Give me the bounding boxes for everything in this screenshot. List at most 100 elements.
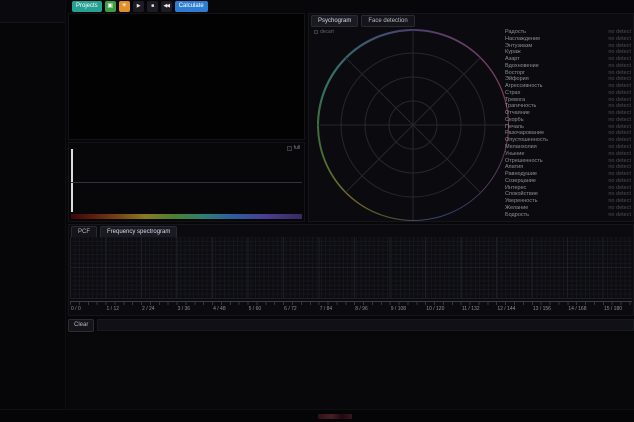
emotion-row: Отрешенность no detect (505, 158, 631, 165)
tab-psychogram[interactable]: Psychogram (311, 15, 358, 27)
emotion-label: Агрессивность (505, 83, 543, 90)
emotion-row: Трагичность no detect (505, 103, 631, 110)
document-icon[interactable]: ▣ (105, 1, 116, 12)
clear-button[interactable]: Clear (68, 319, 94, 332)
emotion-label: Вдохновение (505, 63, 539, 70)
emotion-row: Печаль no detect (505, 124, 631, 131)
emotion-row: Страх no detect (505, 90, 631, 97)
axis-tick-label: 9 / 108 (391, 306, 406, 312)
rewind-icon[interactable]: ◀◀ (161, 1, 172, 12)
emotion-row: Азарт no detect (505, 56, 631, 63)
emotion-label: Трагичность (505, 103, 536, 110)
emotion-value: no detect (608, 90, 631, 97)
video-preview (68, 13, 305, 140)
waveform-frequency-strip (71, 214, 302, 219)
axis-tick-label: 10 / 120 (426, 306, 444, 312)
axis-tick-label: 8 / 96 (355, 306, 368, 312)
emotion-row: Вдохновение no detect (505, 63, 631, 70)
emotion-row: Уныние no detect (505, 151, 631, 158)
emotion-label: Восторг (505, 70, 525, 77)
emotion-label: Энтузиазм (505, 43, 532, 50)
emotion-value: no detect (608, 178, 631, 185)
emotion-row: Восторг no detect (505, 70, 631, 77)
emotion-row: Интерес no detect (505, 185, 631, 192)
emotion-value: no detect (608, 110, 631, 117)
sidebar-header (0, 0, 65, 23)
emotion-row: Бодрость no detect (505, 212, 631, 219)
axis-tick-label: 13 / 156 (533, 306, 551, 312)
psychogram-tabs: Psychogram Face detection (311, 15, 415, 27)
axis-tick-label: 12 / 144 (497, 306, 515, 312)
emotion-label: Интерес (505, 185, 526, 192)
emotion-row: Меланхолия no detect (505, 144, 631, 151)
emotion-label: Спокойствие (505, 191, 538, 198)
spectrogram-grid (70, 237, 632, 299)
axis-tick-label: 1 / 12 (107, 306, 120, 312)
axis-tick-label: 6 / 72 (284, 306, 297, 312)
tab-face-detection[interactable]: Face detection (361, 15, 414, 27)
emotion-label: Апатия (505, 164, 523, 171)
status-indicator (318, 414, 352, 419)
emotion-value: no detect (608, 130, 631, 137)
calculate-button[interactable]: Calculate (175, 1, 208, 12)
axis-tick-label: 0 / 0 (71, 306, 81, 312)
bottom-strip (0, 409, 634, 422)
emotion-value: no detect (608, 83, 631, 90)
results-area (68, 334, 634, 410)
emotion-label: Опустошенность (505, 137, 548, 144)
emotion-row: Опустошенность no detect (505, 137, 631, 144)
play-icon[interactable]: ▶ (133, 1, 144, 12)
axis-tick-label: 7 / 84 (320, 306, 333, 312)
emotion-row: Эйфория no detect (505, 76, 631, 83)
full-checkbox-label: full (294, 145, 300, 151)
emotion-row: Равнодушие no detect (505, 171, 631, 178)
projects-sidebar[interactable] (0, 0, 66, 422)
toolbar: Projects ▣ ✳ ▶ ■ ◀◀ Calculate (72, 1, 208, 12)
emotion-label: Отрешенность (505, 158, 543, 165)
emotion-value: no detect (608, 36, 631, 43)
emotion-row: Разочарование no detect (505, 130, 631, 137)
emotion-value: no detect (608, 171, 631, 178)
emotion-row: Желание no detect (505, 205, 631, 212)
emotion-label: Разочарование (505, 130, 544, 137)
axis-tick-label: 4 / 48 (213, 306, 226, 312)
emotion-label: Эйфория (505, 76, 529, 83)
app-window: Projects ▣ ✳ ▶ ■ ◀◀ Calculate full Psych… (0, 0, 634, 422)
psychogram-panel: Psychogram Face detection decart (308, 13, 634, 222)
emotion-value: no detect (608, 49, 631, 56)
emotion-value: no detect (608, 144, 631, 151)
emotion-value: no detect (608, 103, 631, 110)
emotion-label: Азарт (505, 56, 520, 63)
emotion-value: no detect (608, 185, 631, 192)
waveform-playhead[interactable] (71, 149, 73, 212)
emotion-value: no detect (608, 63, 631, 70)
spectrogram-axis: 0 / 01 / 122 / 243 / 364 / 485 / 606 / 7… (70, 301, 632, 315)
emotion-value: no detect (608, 43, 631, 50)
clear-row: Clear (68, 318, 634, 332)
emotion-label: Печаль (505, 124, 524, 131)
emotion-row: Апатия no detect (505, 164, 631, 171)
axis-tick-label: 2 / 24 (142, 306, 155, 312)
full-checkbox[interactable] (287, 146, 292, 151)
axis-tick-label: 15 / 180 (604, 306, 622, 312)
burst-icon[interactable]: ✳ (119, 1, 130, 12)
emotion-row: Уверенность no detect (505, 198, 631, 205)
waveform-panel[interactable]: full (68, 142, 305, 222)
progress-bar (97, 319, 634, 331)
axis-tick-label: 3 / 36 (178, 306, 191, 312)
emotion-row: Агрессивность no detect (505, 83, 631, 90)
emotion-value: no detect (608, 117, 631, 124)
emotion-row: Тревога no detect (505, 97, 631, 104)
stop-icon[interactable]: ■ (147, 1, 158, 12)
emotion-row: Радость no detect (505, 29, 631, 36)
emotion-label: Уныние (505, 151, 524, 158)
emotion-value: no detect (608, 164, 631, 171)
waveform-header: full (287, 145, 300, 151)
psychogram-grid (317, 29, 509, 221)
emotion-list: Радость no detect Наслаждение no detect … (505, 29, 631, 218)
emotion-value: no detect (608, 191, 631, 198)
projects-button[interactable]: Projects (72, 1, 102, 12)
emotion-value: no detect (608, 70, 631, 77)
emotion-value: no detect (608, 124, 631, 131)
waveform-zero-line (71, 182, 302, 183)
